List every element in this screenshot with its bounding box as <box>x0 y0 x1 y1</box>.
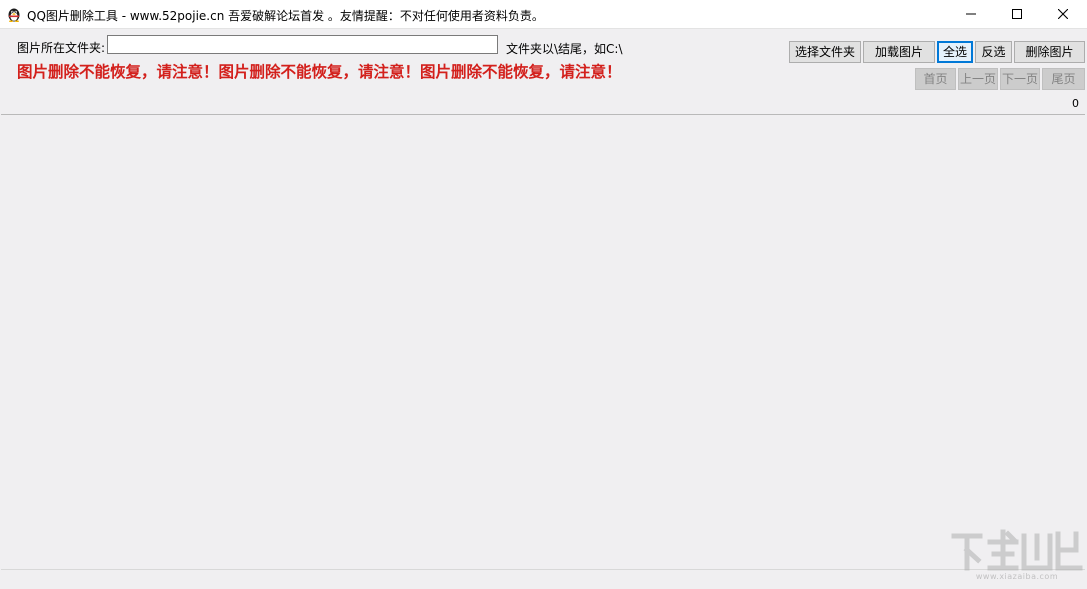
close-icon <box>1058 9 1068 19</box>
control-panel: 图片所在文件夹: 文件夹以\结尾，如C:\ 图片删除不能恢复，请注意！图片删除不… <box>1 29 1085 115</box>
watermark-text: www.xiazaiba.com <box>975 572 1059 581</box>
window-title: QQ图片删除工具 - www.52pojie.cn 吾爱破解论坛首发 。友情提醒… <box>27 9 544 23</box>
invert-selection-button[interactable]: 反选 <box>975 41 1012 63</box>
delete-images-button[interactable]: 删除图片 <box>1014 41 1085 63</box>
status-bar <box>1 569 1085 589</box>
load-images-button[interactable]: 加载图片 <box>863 41 935 63</box>
minimize-icon <box>966 13 976 15</box>
close-button[interactable] <box>1040 0 1086 28</box>
delete-warning: 图片删除不能恢复，请注意！图片删除不能恢复，请注意！图片删除不能恢复，请注意！ <box>17 62 622 81</box>
maximize-icon <box>1012 9 1022 19</box>
watermark-icon <box>951 529 1083 571</box>
folder-hint: 文件夹以\结尾，如C:\ <box>506 42 623 56</box>
folder-label: 图片所在文件夹: <box>17 41 106 55</box>
minimize-button[interactable] <box>948 0 994 28</box>
next-page-button[interactable]: 下一页 <box>1000 68 1040 90</box>
select-all-button[interactable]: 全选 <box>937 41 973 63</box>
folder-path-input[interactable] <box>107 35 498 54</box>
first-page-button[interactable]: 首页 <box>915 68 956 90</box>
last-page-button[interactable]: 尾页 <box>1042 68 1085 90</box>
select-folder-button[interactable]: 选择文件夹 <box>789 41 861 63</box>
qq-penguin-icon <box>6 6 22 22</box>
watermark-logo: www.xiazaiba.com <box>950 528 1084 586</box>
image-list-area[interactable] <box>1 115 1085 568</box>
image-count: 0 <box>1072 97 1079 110</box>
title-bar: QQ图片删除工具 - www.52pojie.cn 吾爱破解论坛首发 。友情提醒… <box>0 0 1087 29</box>
maximize-button[interactable] <box>994 0 1040 28</box>
prev-page-button[interactable]: 上一页 <box>958 68 998 90</box>
